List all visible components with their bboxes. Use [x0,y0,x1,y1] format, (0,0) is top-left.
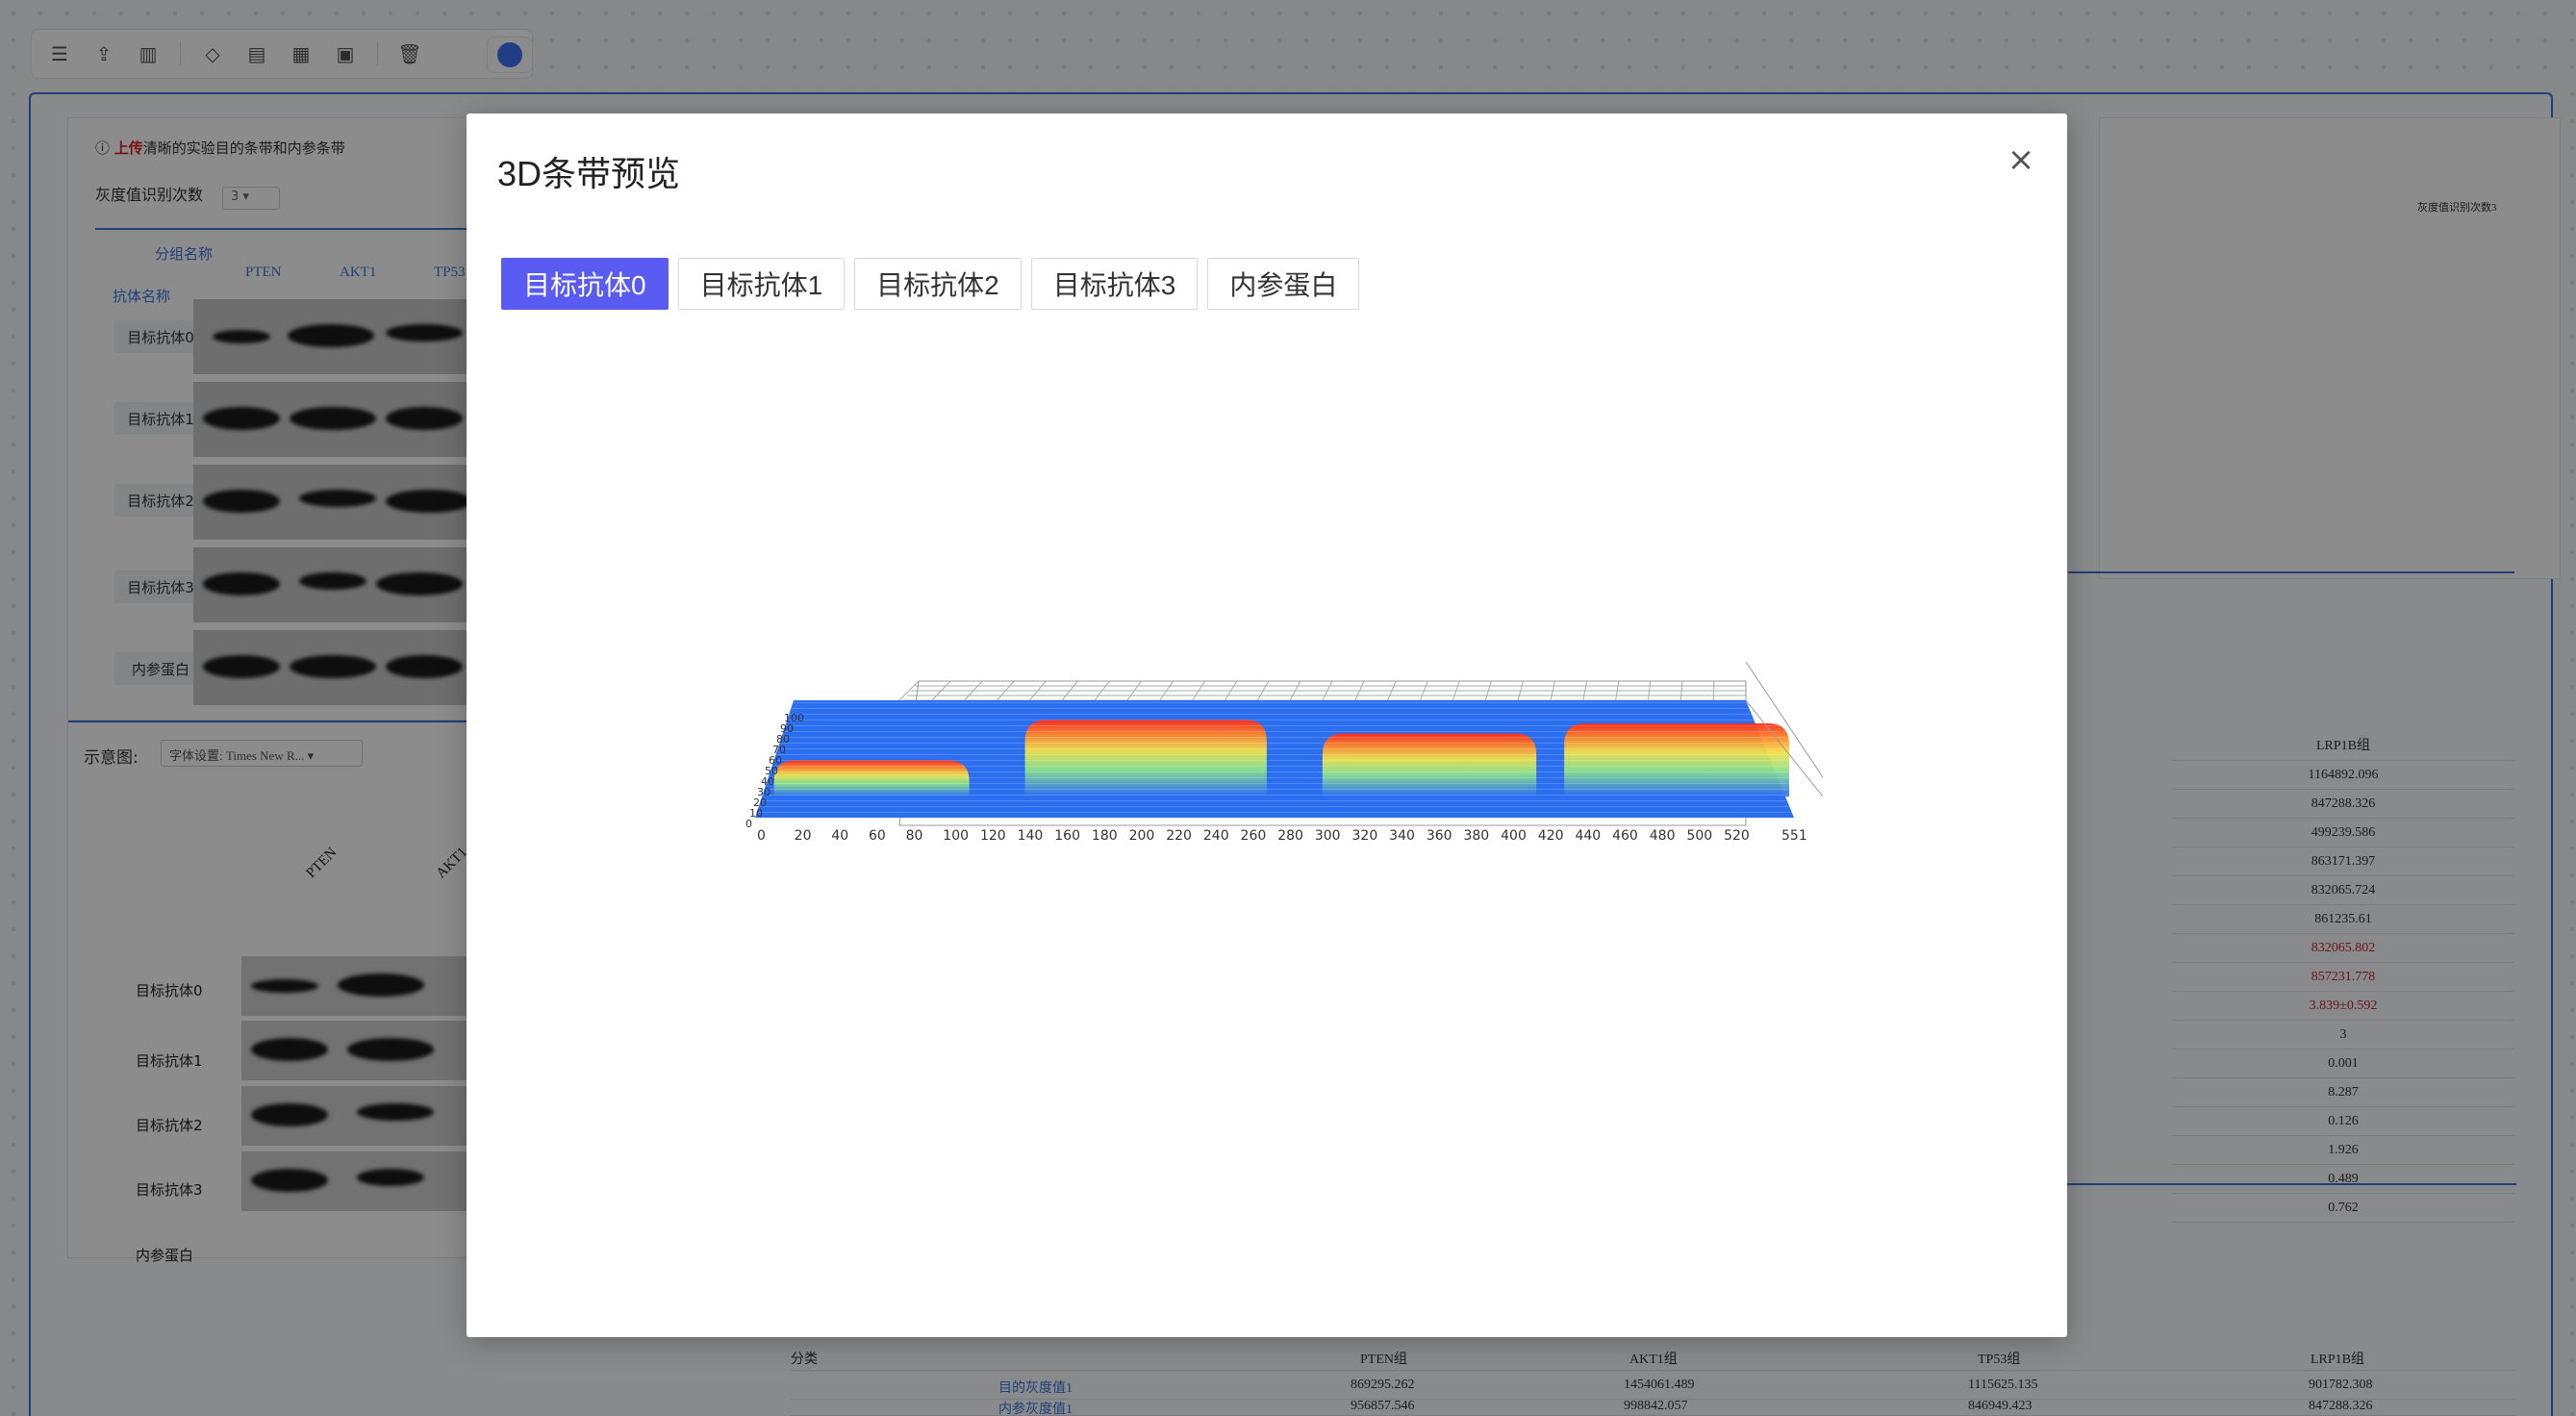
y-tick-label: 100 [784,712,804,724]
tab-internal-reference[interactable]: 内参蛋白 [1207,258,1360,310]
x-tick-label: 40 [831,828,848,844]
preview-modal: 3D条带预览 × 目标抗体0 目标抗体1 目标抗体2 目标抗体3 内参蛋白 0 … [467,114,2067,1337]
x-tick-label: 480 [1650,828,1676,844]
x-tick-label: 520 [1724,828,1750,844]
surface-3d-plot[interactable]: 0 20 40 60 80 100 120 140 160 180 200 220 240 260 280 3… [707,662,1909,979]
x-tick-label: 0 [757,828,766,844]
x-tick-label: 500 [1686,828,1712,844]
x-tick-label: 440 [1575,828,1601,844]
x-tick-label: 160 [1054,828,1080,844]
x-tick-label: 140 [1018,828,1044,844]
x-tick-label: 400 [1501,828,1527,844]
antibody-tabs: 目标抗体0 目标抗体1 目标抗体2 目标抗体3 内参蛋白 [501,258,1360,310]
x-tick-label: 360 [1427,828,1452,844]
tab-antibody-2[interactable]: 目标抗体2 [854,258,1022,310]
x-tick-label: 280 [1277,828,1303,844]
x-tick-label: 340 [1389,828,1415,844]
x-tick-label: 300 [1315,828,1341,844]
modal-title: 3D条带预览 [497,154,681,193]
x-tick-label: 20 [795,828,812,844]
surface-peak-mesh [1322,733,1537,796]
x-tick-label: 100 [943,828,969,844]
x-tick-label: 60 [869,828,886,844]
x-tick-label: 220 [1166,828,1192,844]
close-icon[interactable]: × [2004,142,2038,177]
plot-grid [898,680,1747,701]
x-tick-label: 240 [1203,828,1229,844]
x-tick-label: 460 [1612,828,1638,844]
tab-antibody-1[interactable]: 目标抗体1 [677,258,846,310]
surface-peak-mesh [1564,723,1789,796]
tab-antibody-3[interactable]: 目标抗体3 [1030,258,1199,310]
x-tick-label: 200 [1129,828,1155,844]
x-tick-label: 120 [980,828,1006,844]
x-tick-label: 420 [1538,828,1564,844]
x-tick-label: 551 [1781,828,1807,844]
tab-antibody-0[interactable]: 目标抗体0 [501,258,669,310]
surface-peak-mesh [773,760,970,796]
x-tick-label: 80 [906,828,923,844]
x-tick-label: 180 [1092,828,1118,844]
surface-peak-mesh [1024,720,1267,796]
x-axis-ticks: 0 20 40 60 80 100 120 140 160 180 200 220 240 260 280 3… [757,828,1807,844]
x-tick-label: 380 [1463,828,1489,844]
x-tick-label: 260 [1241,828,1267,844]
x-tick-label: 320 [1352,828,1378,844]
